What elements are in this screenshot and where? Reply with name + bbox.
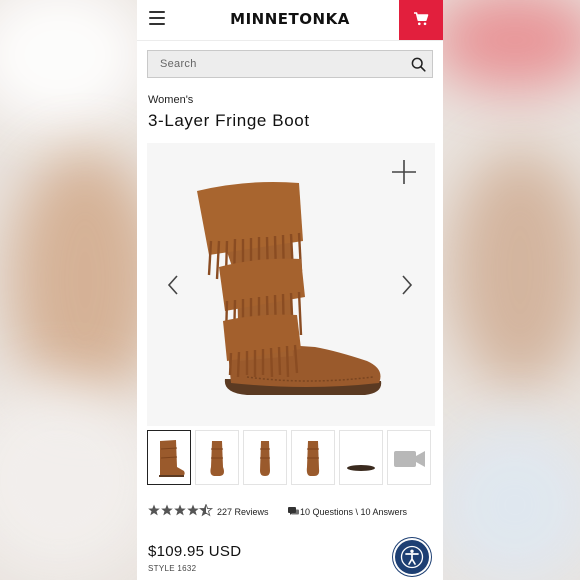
- thumbnail-video[interactable]: [387, 430, 431, 485]
- cart-button[interactable]: [399, 0, 443, 40]
- thumbnail-front-view[interactable]: [195, 430, 239, 485]
- top-navigation-bar: MINNETONKA: [137, 0, 443, 41]
- thumbnail-side-view[interactable]: [147, 430, 191, 485]
- star-rating[interactable]: [148, 504, 214, 518]
- search-bar[interactable]: Search: [147, 50, 433, 78]
- reviews-link[interactable]: 227 Reviews: [217, 507, 269, 517]
- mobile-page: MINNETONKA Search Women's 3-Layer Fringe…: [137, 0, 443, 580]
- product-style-number: STYLE 1632: [148, 564, 197, 573]
- accessibility-icon: [400, 545, 424, 569]
- chevron-left-icon[interactable]: [167, 275, 179, 295]
- search-input[interactable]: Search: [160, 58, 197, 70]
- brand-logo[interactable]: MINNETONKA: [137, 10, 443, 28]
- questions-answers-link[interactable]: 10 Questions \ 10 Answers: [300, 507, 407, 517]
- accessibility-button[interactable]: [395, 540, 429, 574]
- thumbnail-angle-view[interactable]: [291, 430, 335, 485]
- shopping-cart-icon: [414, 12, 429, 26]
- chevron-right-icon[interactable]: [401, 275, 413, 295]
- boot-product-image: [197, 182, 382, 395]
- rating-summary: 227 Reviews 10 Questions \ 10 Answers: [148, 504, 438, 520]
- thumbnail-back-view[interactable]: [243, 430, 287, 485]
- product-price: $109.95 USD: [148, 543, 242, 560]
- chat-bubble-icon: [288, 507, 299, 515]
- product-image-gallery[interactable]: [147, 143, 435, 426]
- thumbnail-strip: [147, 430, 437, 486]
- thumbnail-sole-view[interactable]: [339, 430, 383, 485]
- plus-icon[interactable]: [391, 159, 417, 185]
- video-icon: [394, 451, 425, 467]
- product-category[interactable]: Women's: [148, 94, 193, 106]
- product-title: 3-Layer Fringe Boot: [148, 111, 310, 130]
- search-icon[interactable]: [411, 57, 426, 72]
